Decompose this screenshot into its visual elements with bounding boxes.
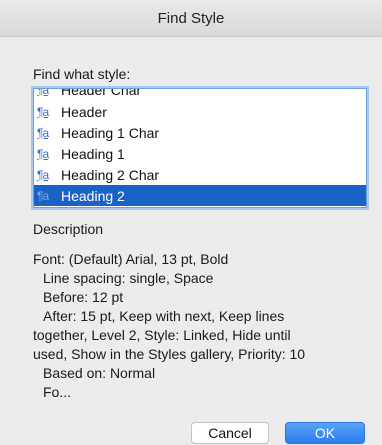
description-line: Based on: Normal <box>43 365 156 381</box>
list-item-heading-2[interactable]: ¶a Heading 2 <box>34 185 366 206</box>
description-line: used, Show in the Styles gallery, Priori… <box>33 346 306 362</box>
ok-button[interactable]: OK <box>285 422 365 444</box>
list-item-heading-1[interactable]: ¶a Heading 1 <box>34 143 366 164</box>
paragraph-char-style-icon: ¶a <box>37 88 49 97</box>
ok-button-label: OK <box>314 425 336 441</box>
list-item-header-char[interactable]: ¶a Header Char <box>34 88 366 100</box>
description-line: Line spacing: single, Space <box>43 270 214 286</box>
description-line: Font: (Default) Arial, 13 pt, Bold <box>33 251 229 267</box>
style-name: Header <box>61 103 107 120</box>
style-name: Heading 2 Char <box>61 166 160 183</box>
find-style-label: Find what style: <box>33 66 131 82</box>
list-item-header[interactable]: ¶a Header <box>34 101 366 122</box>
window-title: Find Style <box>157 9 225 27</box>
list-item-heading-2-char[interactable]: ¶a Heading 2 Char <box>34 164 366 185</box>
cancel-button[interactable]: Cancel <box>191 422 269 444</box>
paragraph-char-style-icon: ¶a <box>37 125 49 140</box>
description-line: After: 15 pt, Keep with next, Keep lines <box>43 308 285 324</box>
description-line: Fo... <box>43 384 72 400</box>
paragraph-char-style-icon: ¶a <box>37 188 49 203</box>
paragraph-char-style-icon: ¶a <box>37 104 49 119</box>
style-name: Heading 2 <box>61 187 125 204</box>
description-heading: Description <box>33 221 104 237</box>
paragraph-char-style-icon: ¶a <box>37 167 49 182</box>
style-name: Header Char <box>61 88 142 98</box>
style-list[interactable]: ¶a Header Char ¶a Header ¶a Heading 1 Ch… <box>33 88 367 208</box>
paragraph-char-style-icon: ¶a <box>37 146 49 161</box>
cancel-button-label: Cancel <box>208 425 252 441</box>
description-text: Font: (Default) Arial, 13 pt, Bold Line … <box>33 250 353 402</box>
list-item-heading-1-char[interactable]: ¶a Heading 1 Char <box>34 122 366 143</box>
style-name: Heading 1 <box>61 145 125 162</box>
title-bar: Find Style <box>0 0 382 37</box>
description-line: together, Level 2, Style: Linked, Hide u… <box>33 327 291 343</box>
description-line: Before: 12 pt <box>43 289 124 305</box>
style-name: Heading 1 Char <box>61 124 160 141</box>
